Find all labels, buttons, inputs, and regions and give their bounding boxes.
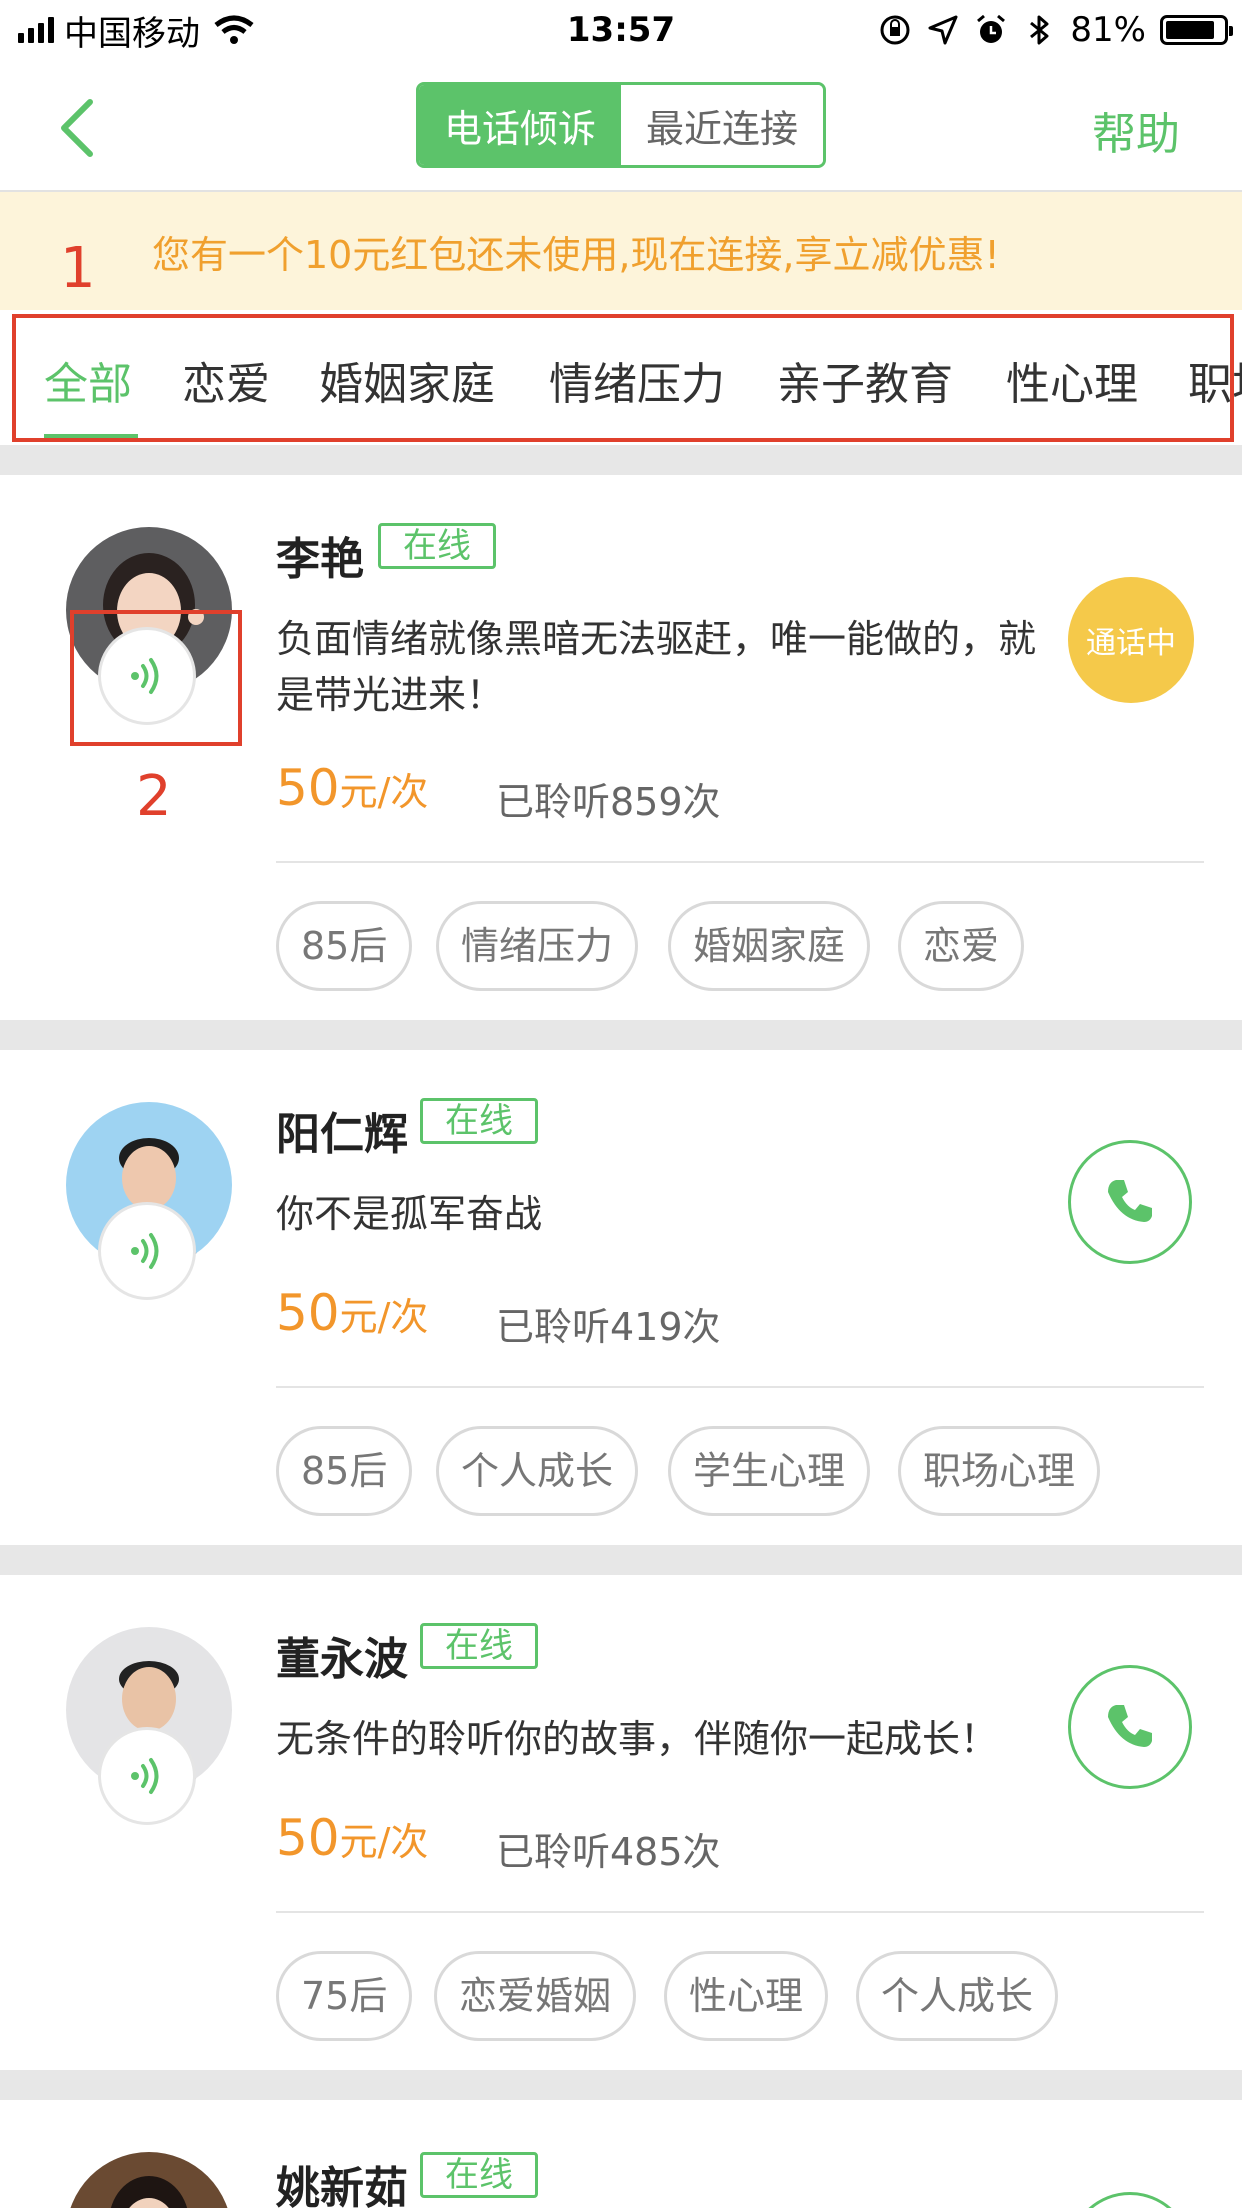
price-value: 50 [276, 1284, 340, 1342]
battery-percent: 81% [1070, 10, 1146, 50]
tag[interactable]: 婚姻家庭 [668, 901, 871, 991]
voice-intro-button[interactable] [98, 1202, 196, 1300]
counselor-card[interactable]: 董永波 在线 无条件的聆听你的故事，伴随你一起成长！ 50元/次 已聆听485次… [0, 1575, 1242, 2070]
tag[interactable]: 职场心理 [898, 1426, 1101, 1516]
status-right: 81% [878, 10, 1233, 50]
counselor-card[interactable]: 阳仁辉 在线 你不是孤军奋战 50元/次 已聆听419次 85后 个人成长 学生… [0, 1050, 1242, 1545]
tag[interactable]: 性心理 [664, 1951, 829, 2041]
price-value: 50 [276, 759, 340, 817]
online-badge: 在线 [420, 1623, 538, 1669]
segment-phone-talk[interactable]: 电话倾诉 [419, 85, 621, 165]
card-separator [276, 861, 1204, 863]
tag[interactable]: 情绪压力 [436, 901, 639, 991]
counselor-motto: 负面情绪就像黑暗无法驱赶，唯一能做的，就是带光进来！ [276, 617, 1037, 717]
section-divider [0, 1545, 1242, 1575]
tag[interactable]: 75后 [276, 1951, 413, 2041]
card-separator [276, 1911, 1204, 1913]
phone-icon [1108, 1705, 1152, 1747]
counselor-card[interactable]: 姚新茹 在线 [0, 2100, 1242, 2208]
counselor-card[interactable]: 李艳 在线 负面情绪就像黑暗无法驱赶，唯一能做的，就是带光进来！ 50元/次 已… [0, 475, 1242, 1020]
price: 50元/次 [276, 759, 428, 817]
annotation-label-2: 2 [136, 764, 172, 829]
back-chevron-icon[interactable] [52, 96, 108, 160]
promo-banner: 1 您有一个10元红包还未使用,现在连接,享立减优惠! [0, 192, 1242, 310]
tag[interactable]: 恋爱婚姻 [434, 1951, 637, 2041]
alarm-icon [977, 14, 1006, 43]
call-button[interactable] [1068, 1665, 1192, 1789]
segmented-control: 电话倾诉 最近连接 [416, 82, 826, 168]
counselor-name: 董永波 [276, 1634, 408, 1685]
phone-icon [1108, 1180, 1152, 1222]
listen-count: 已聆听485次 [496, 1830, 721, 1874]
annotation-box-tabs [12, 314, 1234, 442]
price: 50元/次 [276, 1284, 428, 1342]
avatar[interactable] [66, 2152, 232, 2208]
online-badge: 在线 [420, 2152, 538, 2198]
listen-count: 已聆听859次 [496, 780, 721, 824]
nav-bar: 电话倾诉 最近连接 帮助 [0, 60, 1242, 192]
segment-recent-connections[interactable]: 最近连接 [621, 85, 823, 165]
location-icon [928, 15, 958, 45]
tag[interactable]: 学生心理 [668, 1426, 871, 1516]
promo-text[interactable]: 您有一个10元红包还未使用,现在连接,享立减优惠! [152, 224, 1000, 279]
in-call-badge: 通话中 [1068, 577, 1194, 703]
listen-count: 已聆听419次 [496, 1305, 721, 1349]
annotation-box-voice [70, 610, 242, 746]
counselor-name: 姚新茹 [276, 2163, 408, 2208]
tag[interactable]: 个人成长 [856, 1951, 1059, 2041]
status-bar: 中国移动 13:57 81% [0, 0, 1242, 60]
online-badge: 在线 [378, 523, 496, 569]
call-button[interactable] [1068, 1140, 1192, 1264]
online-badge: 在线 [420, 1098, 538, 1144]
price-unit: 元/次 [339, 1295, 429, 1339]
orientation-lock-icon [880, 15, 910, 45]
annotation-label-1: 1 [60, 236, 96, 301]
counselor-name: 阳仁辉 [276, 1109, 408, 1160]
tag[interactable]: 85后 [276, 901, 413, 991]
price: 50元/次 [276, 1809, 428, 1867]
voice-wave-icon [131, 1233, 159, 1269]
voice-wave-icon [131, 1758, 159, 1794]
tag[interactable]: 个人成长 [436, 1426, 639, 1516]
counselor-motto: 你不是孤军奋战 [276, 1192, 543, 1236]
price-value: 50 [276, 1809, 340, 1867]
card-separator [276, 1386, 1204, 1388]
call-button[interactable] [1068, 2192, 1192, 2208]
counselor-name: 李艳 [276, 534, 364, 585]
counselor-motto: 无条件的聆听你的故事，伴随你一起成长！ [276, 1717, 999, 1761]
bluetooth-icon [1030, 15, 1049, 45]
section-divider [0, 2070, 1242, 2100]
voice-intro-button[interactable] [98, 1727, 196, 1825]
help-button[interactable]: 帮助 [1092, 98, 1180, 162]
tag[interactable]: 85后 [276, 1426, 413, 1516]
battery-icon [1160, 15, 1233, 45]
section-divider [0, 1020, 1242, 1050]
price-unit: 元/次 [339, 770, 429, 814]
tag[interactable]: 恋爱 [898, 901, 1025, 991]
price-unit: 元/次 [339, 1820, 429, 1864]
section-divider [0, 445, 1242, 475]
